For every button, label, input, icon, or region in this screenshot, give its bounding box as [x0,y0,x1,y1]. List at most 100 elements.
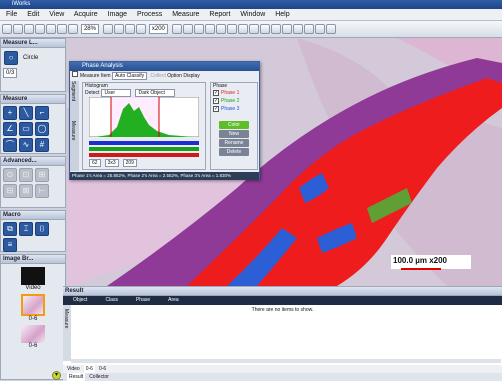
tab-result[interactable]: Result [67,373,86,381]
zoom-in-icon[interactable] [68,24,78,34]
detect-select[interactable]: User [101,89,132,97]
curve-tool-icon[interactable]: ∿ [19,138,33,152]
adv-tool-6-icon[interactable]: ⊢ [35,184,49,198]
macro-record-icon[interactable]: ⧉ [3,222,17,236]
text-tool-icon[interactable] [259,24,270,34]
rect-measure-icon[interactable]: ▭ [19,122,33,136]
segment-tab[interactable]: Segment [70,81,76,121]
circle-icon[interactable]: ○ [4,51,18,65]
image-thumbnail-1[interactable] [21,294,45,316]
phase-3-name: Phase 3 [221,106,240,112]
color-icon[interactable] [193,24,204,34]
polyline-icon[interactable]: ⌐ [35,106,49,120]
new-icon[interactable] [2,24,12,34]
line-measure-icon[interactable]: ╲ [19,106,33,120]
histogram-icon[interactable] [204,24,215,34]
settings-icon[interactable] [314,24,325,34]
collect-label[interactable]: Collect [151,73,166,79]
display-label[interactable]: Display [183,73,199,79]
high-threshold-field[interactable]: 209 [122,159,137,167]
print-icon[interactable] [35,24,45,34]
menu-window[interactable]: Window [240,11,265,18]
auto-classify-select[interactable]: Auto Classify [111,71,148,80]
line-tool-icon[interactable] [215,24,226,34]
menu-image[interactable]: Image [108,11,127,18]
menu-process[interactable]: Process [137,11,162,18]
phase-3-checkbox[interactable]: ✓ [213,106,219,112]
histogram-plot[interactable] [88,96,200,138]
low-threshold-field[interactable]: 62 [89,159,101,167]
phase-list-item-2[interactable]: ✓ Phase 2 [211,97,257,105]
count-tool-icon[interactable]: # [35,138,49,152]
tab-video[interactable]: Video [67,365,80,373]
result-side-tab[interactable]: Measure [63,305,71,361]
macro-run-icon[interactable]: ⌷ [35,222,49,236]
phase-list-item-1[interactable]: ✓ Phase 1 [211,89,257,97]
zoom-field[interactable]: 28% [80,24,99,34]
point-tool-icon[interactable]: + [3,106,17,120]
collapse-toggle-icon[interactable]: ▾ [52,371,61,380]
measure-item-checkbox[interactable] [72,71,78,77]
macro-edit-icon[interactable]: ⌶ [19,222,33,236]
fit-icon[interactable] [102,24,113,34]
arc-tool-icon[interactable]: ⌒ [3,138,17,152]
export-icon[interactable] [303,24,314,34]
phase-1-checkbox[interactable]: ✓ [213,90,219,96]
polygon-tool-icon[interactable] [248,24,259,34]
color-button[interactable]: Color [219,121,249,129]
menu-measure[interactable]: Measure [172,11,199,18]
phase-2-checkbox[interactable]: ✓ [213,98,219,104]
arrow-tool-icon[interactable] [270,24,281,34]
menu-help[interactable]: Help [275,11,289,18]
adv-tool-1-icon[interactable]: ⊙ [3,168,17,182]
zoom-out-icon[interactable] [113,24,124,34]
undo-icon[interactable] [46,24,56,34]
video-thumbnail[interactable] [21,267,45,285]
menu-view[interactable]: View [49,11,64,18]
result-scrollbar[interactable] [71,359,501,363]
option-label[interactable]: Option [167,73,182,79]
col-phase[interactable]: Phase [136,296,150,305]
menu-acquire[interactable]: Acquire [74,11,98,18]
object-select[interactable]: Dark Object [135,89,176,97]
kernel-field[interactable]: 3x3 [104,159,119,167]
magnification-field[interactable]: x200 [148,24,168,34]
angle-tool-icon[interactable]: ∠ [3,122,17,136]
phase-1-range[interactable] [89,153,199,157]
tab-collector[interactable]: Collector [89,373,109,381]
redo-icon[interactable] [57,24,67,34]
ellipse-measure-icon[interactable]: ◯ [35,122,49,136]
col-object[interactable]: Object [73,296,87,305]
help-icon[interactable] [325,24,336,34]
grid-icon[interactable] [124,24,135,34]
delete-phase-button[interactable]: Delete [219,148,249,156]
adv-tool-3-icon[interactable]: ⊞ [35,168,49,182]
calibrate-icon[interactable] [171,24,182,34]
save-icon[interactable] [24,24,34,34]
image-thumbnail-2[interactable] [21,325,45,343]
phase-2-range[interactable] [89,147,199,151]
adv-tool-5-icon[interactable]: ⊠ [19,184,33,198]
tab-image-2[interactable]: 0-6 [99,365,106,373]
rect-tool-icon[interactable] [226,24,237,34]
rename-phase-button[interactable]: Rename [219,139,249,147]
menu-report[interactable]: Report [209,11,230,18]
phase-3-range[interactable] [89,141,199,145]
measure-icon[interactable] [281,24,292,34]
phase-list-item-3[interactable]: ✓ Phase 3 [211,105,257,113]
new-phase-button[interactable]: New [219,130,249,138]
col-class[interactable]: Class [105,296,118,305]
open-icon[interactable] [13,24,23,34]
report-icon[interactable] [292,24,303,34]
tab-image-1[interactable]: 0-6 [83,365,95,373]
macro-list-icon[interactable]: ≡ [3,238,17,252]
measure-tab[interactable]: Measure [70,121,76,161]
menu-edit[interactable]: Edit [27,11,39,18]
adv-tool-4-icon[interactable]: ⊟ [3,184,17,198]
ellipse-tool-icon[interactable] [237,24,248,34]
adv-tool-2-icon[interactable]: ⊡ [19,168,33,182]
menu-file[interactable]: File [6,11,17,18]
layer-icon[interactable] [182,24,193,34]
col-area[interactable]: Area [168,296,179,305]
pan-icon[interactable] [135,24,146,34]
